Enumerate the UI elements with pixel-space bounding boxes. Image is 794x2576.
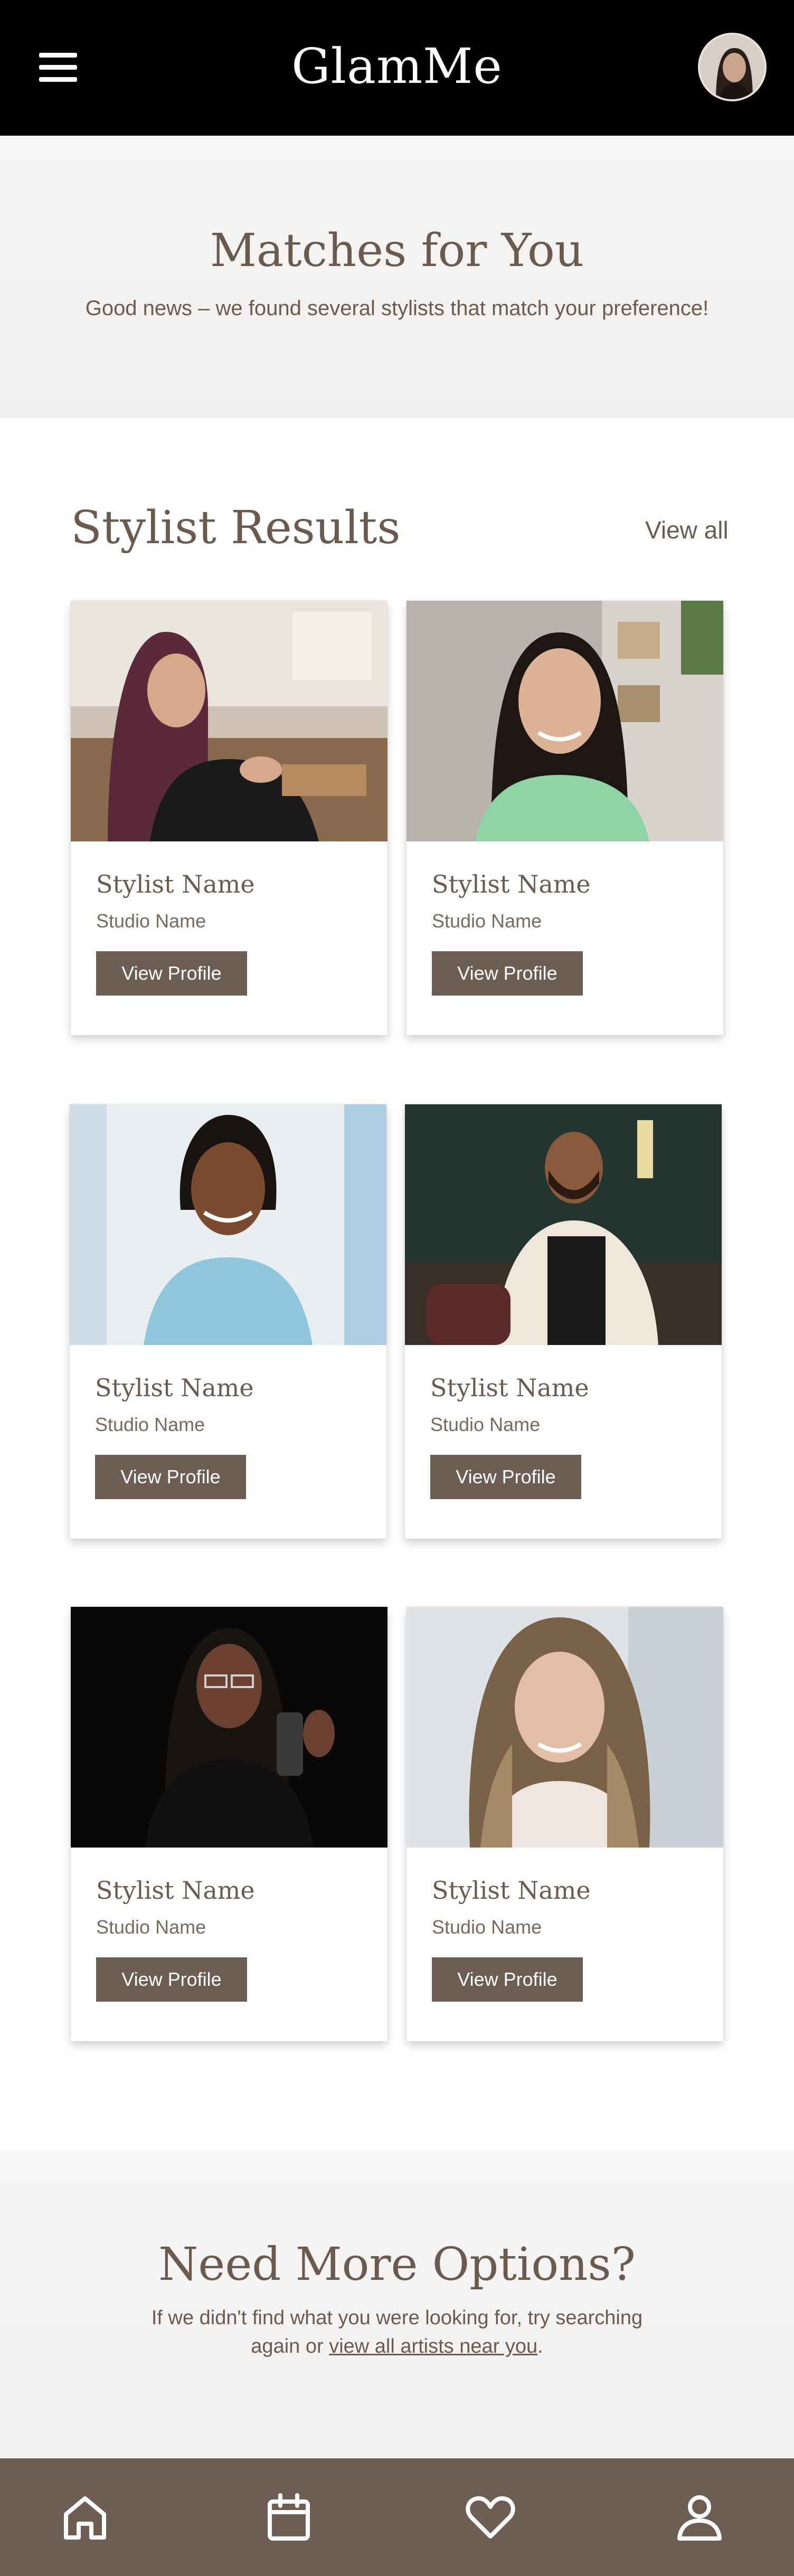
bottom-navigation: [0, 2458, 794, 2576]
stylist-photo: [405, 1104, 722, 1345]
stylist-photo: [71, 1607, 387, 1848]
stylist-card: Stylist Name Studio Name View Profile: [405, 1104, 722, 1539]
studio-name: Studio Name: [430, 1414, 541, 1435]
more-options-title: Need More Options?: [158, 2238, 636, 2291]
page-title: Matches for You: [210, 224, 584, 277]
stylist-name: Stylist Name: [96, 870, 255, 898]
stylist-card: Stylist Name Studio Name View Profile: [71, 1607, 387, 2041]
view-profile-button[interactable]: View Profile: [95, 1455, 246, 1499]
view-profile-button[interactable]: View Profile: [432, 1957, 583, 2002]
studio-name: Studio Name: [96, 910, 206, 932]
calendar-icon[interactable]: [262, 2491, 315, 2544]
section-title: Stylist Results: [71, 501, 401, 554]
app-logo[interactable]: GlamMe: [0, 38, 794, 94]
view-profile-button[interactable]: View Profile: [430, 1455, 581, 1499]
view-profile-button[interactable]: View Profile: [432, 951, 583, 996]
studio-name: Studio Name: [95, 1414, 205, 1435]
home-icon[interactable]: [59, 2491, 111, 2544]
stylist-card: Stylist Name Studio Name View Profile: [70, 1104, 386, 1539]
stylist-name: Stylist Name: [432, 870, 591, 898]
stylist-photo: [407, 1607, 723, 1848]
studio-name: Studio Name: [96, 1916, 206, 1938]
studio-name: Studio Name: [432, 1916, 542, 1938]
top-header: GlamMe: [0, 0, 794, 136]
hero-subtitle: Good news – we found several stylists th…: [85, 297, 709, 320]
more-options-text-line1: If we didn't find what you were looking …: [151, 2307, 643, 2329]
more-options-section: [0, 2151, 794, 2457]
view-all-artists-link[interactable]: view all artists near you: [329, 2335, 537, 2357]
stylist-photo: [70, 1104, 386, 1345]
stylist-photo: [71, 601, 387, 841]
stylist-name: Stylist Name: [95, 1374, 254, 1402]
stylist-card: Stylist Name Studio Name View Profile: [407, 601, 723, 1035]
view-profile-button[interactable]: View Profile: [96, 951, 247, 996]
more-options-text-suffix: .: [537, 2335, 543, 2357]
stylist-card: Stylist Name Studio Name View Profile: [71, 601, 387, 1035]
more-options-text-prefix: again or: [251, 2335, 329, 2357]
stylist-name: Stylist Name: [432, 1876, 591, 1905]
user-avatar[interactable]: [698, 33, 767, 101]
stylist-photo: [407, 601, 723, 841]
stylist-name: Stylist Name: [430, 1374, 589, 1402]
studio-name: Studio Name: [432, 910, 542, 932]
stylist-card: Stylist Name Studio Name View Profile: [407, 1607, 723, 2041]
heart-icon[interactable]: [464, 2491, 517, 2544]
view-all-link[interactable]: View all: [645, 516, 729, 544]
more-options-text-line2: again or view all artists near you.: [0, 2335, 794, 2358]
stylist-name: Stylist Name: [96, 1876, 255, 1905]
profile-icon[interactable]: [673, 2491, 726, 2544]
view-profile-button[interactable]: View Profile: [96, 1957, 247, 2002]
